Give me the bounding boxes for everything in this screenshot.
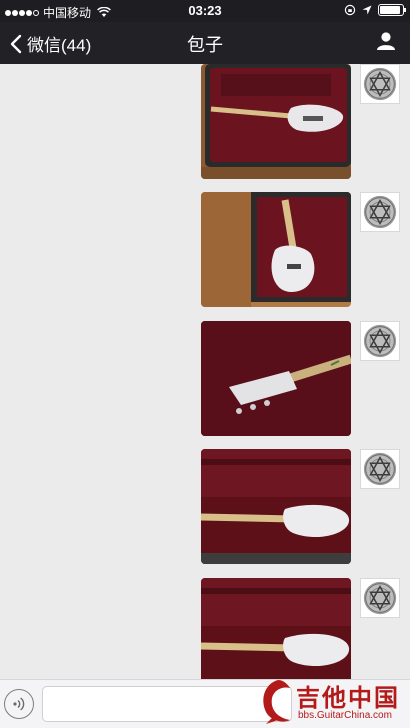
rotation-lock-icon xyxy=(344,4,356,16)
avatar-emblem-icon xyxy=(363,195,397,229)
watermark-title: 吉他中国 xyxy=(296,685,400,712)
watermark-subtitle: bbs.GuitarChina.com xyxy=(298,710,392,721)
chat-area[interactable] xyxy=(0,64,410,679)
guitar-case-photo xyxy=(201,64,351,179)
location-arrow-icon xyxy=(362,5,372,15)
image-message[interactable] xyxy=(201,192,351,307)
avatar[interactable] xyxy=(360,578,400,618)
voice-button[interactable] xyxy=(4,689,34,719)
image-message[interactable] xyxy=(201,578,351,679)
avatar-emblem-icon xyxy=(363,324,397,358)
battery-icon xyxy=(378,4,406,16)
voice-icon xyxy=(13,697,25,711)
back-button[interactable]: 微信(44) xyxy=(10,31,91,56)
message-input[interactable] xyxy=(42,686,292,722)
avatar[interactable] xyxy=(360,321,400,361)
guitar-headstock-photo xyxy=(201,321,351,436)
message-row xyxy=(0,321,410,441)
guitar-case-photo xyxy=(201,449,351,564)
avatar[interactable] xyxy=(360,449,400,489)
image-message[interactable] xyxy=(201,321,351,436)
profile-button[interactable] xyxy=(376,31,396,56)
battery-level xyxy=(380,6,401,14)
chevron-left-icon xyxy=(10,34,22,53)
message-row xyxy=(0,64,410,184)
avatar-emblem-icon xyxy=(363,67,397,101)
watermark-logo: 吉他中国 bbs.GuitarChina.com xyxy=(256,674,410,728)
dragon-logo-icon xyxy=(263,680,290,724)
message-row xyxy=(0,578,410,679)
status-right xyxy=(344,4,406,16)
avatar[interactable] xyxy=(360,64,400,104)
image-message[interactable] xyxy=(201,449,351,564)
guitar-case-photo xyxy=(201,578,351,679)
nav-bar: 微信(44) 包子 xyxy=(0,22,410,64)
image-message[interactable] xyxy=(201,64,351,179)
message-row xyxy=(0,449,410,569)
person-icon xyxy=(377,32,395,50)
back-label: 微信(44) xyxy=(27,36,92,55)
avatar-emblem-icon xyxy=(363,452,397,486)
message-row xyxy=(0,192,410,312)
status-bar: 中国移动 03:23 xyxy=(0,0,410,22)
avatar[interactable] xyxy=(360,192,400,232)
guitar-case-photo xyxy=(201,192,351,307)
avatar-emblem-icon xyxy=(363,581,397,615)
